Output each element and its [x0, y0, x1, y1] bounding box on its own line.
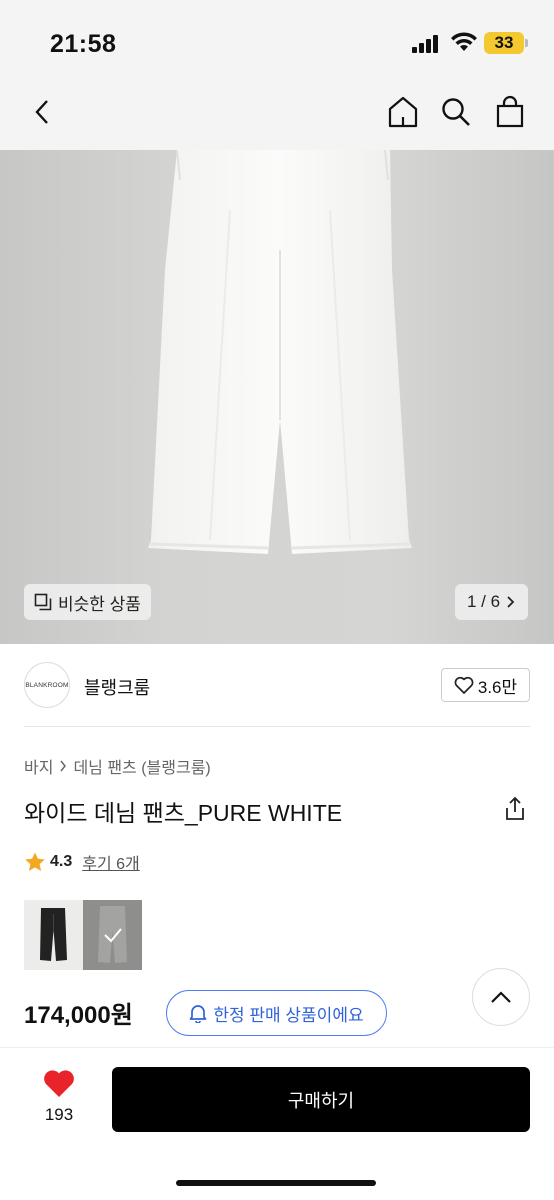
share-icon[interactable] — [502, 796, 528, 822]
heart-outline-icon — [454, 676, 474, 694]
home-icon — [388, 96, 418, 128]
product-title: 와이드 데님 팬츠_PURE WHITE — [24, 800, 343, 826]
buy-button[interactable]: 구매하기 — [112, 1067, 530, 1132]
divider — [24, 726, 530, 727]
similar-products-button[interactable]: 비슷한 상품 — [24, 584, 151, 620]
brand-name[interactable]: 블랭크룸 — [84, 674, 150, 700]
rating-score: 4.3 — [50, 853, 73, 870]
shopping-bag-icon — [496, 95, 524, 128]
wishlist-count: 193 — [44, 1105, 74, 1124]
white-pants-thumbnail — [98, 906, 127, 963]
breadcrumb-category[interactable]: 바지 — [24, 754, 53, 778]
brand-like-count: 3.6만 — [477, 677, 518, 697]
chevron-up-icon — [491, 991, 511, 1003]
wifi-icon — [451, 32, 477, 51]
back-button[interactable] — [24, 94, 60, 130]
product-rating[interactable]: 4.3 후기 6개 — [24, 850, 140, 874]
wishlist-button[interactable]: 193 — [36, 1068, 82, 1125]
product-image-gallery[interactable] — [0, 150, 554, 644]
brand-logo[interactable]: BLANKROOM — [24, 662, 70, 708]
breadcrumb-subcategory[interactable]: 데님 팬츠 (블랭크룸) — [73, 754, 210, 778]
copy-icon — [34, 593, 52, 611]
breadcrumb: 바지 데님 팬츠 (블랭크룸) — [24, 754, 211, 778]
limited-edition-label: 한정 판매 상품이에요 — [213, 1005, 364, 1025]
star-icon — [25, 852, 45, 871]
home-button[interactable] — [385, 94, 421, 130]
status-time: 21:58 — [50, 30, 117, 58]
black-pants-thumbnail — [40, 908, 67, 961]
battery-indicator: 33 — [484, 32, 528, 54]
similar-products-label: 비슷한 상품 — [58, 594, 141, 614]
top-header: 21:58 33 — [0, 0, 554, 150]
gallery-page-indicator[interactable]: 1 / 6 — [455, 584, 529, 620]
color-option-black[interactable] — [24, 900, 83, 970]
review-count-link[interactable]: 후기 6개 — [82, 850, 140, 874]
color-options — [24, 900, 142, 970]
cart-button[interactable] — [492, 94, 528, 130]
product-price: 174,000원 — [24, 1002, 133, 1029]
chevron-right-icon — [507, 596, 515, 608]
search-button[interactable] — [438, 94, 474, 130]
bell-icon — [190, 1005, 207, 1023]
home-indicator — [176, 1180, 376, 1186]
search-icon — [442, 98, 470, 126]
limited-edition-badge[interactable]: 한정 판매 상품이에요 — [166, 990, 387, 1036]
chevron-left-icon — [35, 100, 48, 124]
chevron-right-icon — [60, 760, 67, 772]
heart-filled-icon — [44, 1070, 74, 1097]
brand-like-button[interactable]: 3.6만 — [441, 668, 530, 702]
color-option-white-selected[interactable] — [83, 900, 142, 970]
scroll-to-top-button[interactable] — [472, 968, 530, 1026]
cellular-signal-icon — [412, 35, 442, 53]
page-indicator-text: 1 / 6 — [467, 592, 501, 611]
product-photo — [148, 150, 412, 554]
